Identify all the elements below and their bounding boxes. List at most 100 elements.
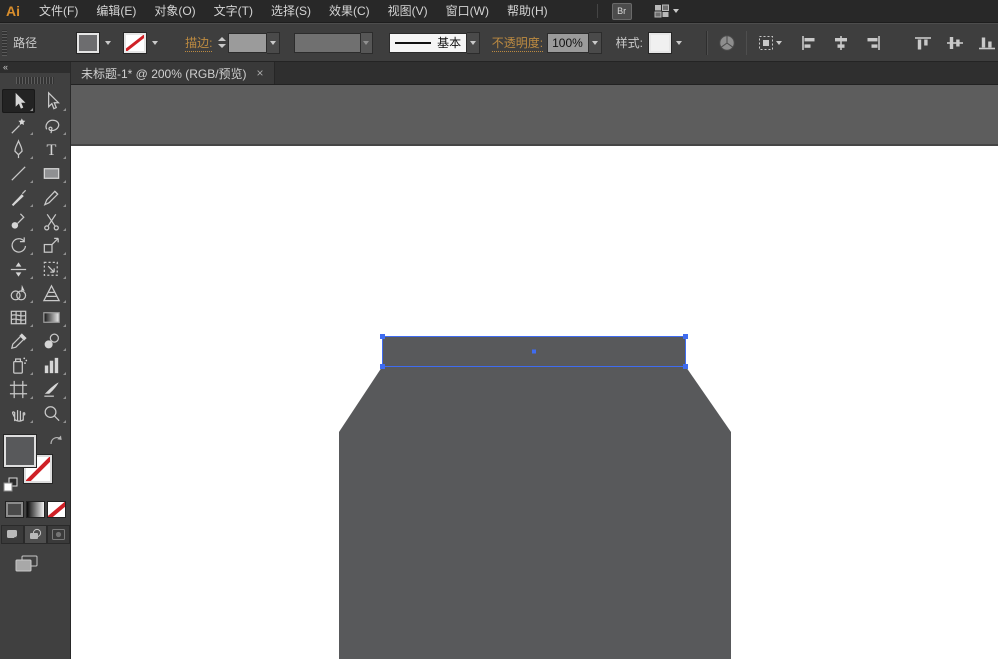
draw-behind-button[interactable]: [24, 525, 47, 544]
artboard-tool[interactable]: [2, 377, 35, 401]
menu-item[interactable]: 选择(S): [262, 4, 320, 18]
scissors-tool[interactable]: [35, 209, 68, 233]
selection-handle[interactable]: [683, 364, 688, 369]
free-transform-tool[interactable]: [35, 257, 68, 281]
fill-dropdown-button[interactable]: [101, 33, 114, 53]
document-tab[interactable]: 未标题-1* @ 200% (RGB/预览) ×: [71, 62, 275, 84]
selection-handle[interactable]: [683, 334, 688, 339]
pen-tool[interactable]: [2, 137, 35, 161]
align-vertical-top-button[interactable]: [912, 32, 934, 54]
align-horizontal-right-button[interactable]: [862, 32, 884, 54]
draw-inside-button[interactable]: [47, 525, 70, 544]
magic-wand-tool[interactable]: [2, 113, 35, 137]
selection-handle[interactable]: [380, 364, 385, 369]
paintbrush-tool[interactable]: [2, 185, 35, 209]
pencil-tool[interactable]: [35, 185, 68, 209]
controlbar-separator: [706, 31, 708, 55]
stroke-panel-link[interactable]: 描边:: [185, 34, 212, 52]
recolor-artwork-button[interactable]: [718, 32, 736, 54]
none-button[interactable]: [47, 501, 66, 518]
menu-item[interactable]: 帮助(H): [498, 4, 557, 18]
control-bar: 路径 描边: 基本 不透明度: 100% 样式:: [0, 23, 998, 62]
fill-swatch[interactable]: [77, 33, 99, 53]
brush-definition-dropdown-button[interactable]: [467, 32, 480, 54]
artwork-shape[interactable]: [339, 367, 731, 659]
menu-item[interactable]: 文字(T): [205, 4, 262, 18]
direct-selection-tool[interactable]: [35, 89, 68, 113]
width-tool[interactable]: [2, 257, 35, 281]
rectangle-tool[interactable]: [35, 161, 68, 185]
opacity-input[interactable]: 100%: [547, 33, 589, 53]
menu-item[interactable]: 窗口(W): [437, 4, 498, 18]
column-graph-tool[interactable]: [35, 353, 68, 377]
lasso-tool[interactable]: [35, 113, 68, 137]
canvas[interactable]: [71, 85, 998, 659]
selection-handle[interactable]: [380, 334, 385, 339]
menu-item[interactable]: 文件(F): [30, 4, 87, 18]
default-fill-stroke-icon[interactable]: [3, 477, 19, 493]
menu-item[interactable]: 效果(C): [320, 4, 379, 18]
selection-center-point[interactable]: [532, 350, 536, 354]
opacity-panel-link[interactable]: 不透明度:: [492, 34, 543, 52]
type-tool[interactable]: T: [35, 137, 68, 161]
symbol-sprayer-tool[interactable]: [2, 353, 35, 377]
align-vertical-center-button[interactable]: [944, 32, 966, 54]
variable-width-dropdown-button[interactable]: [361, 32, 374, 54]
opacity-dropdown-button[interactable]: [589, 32, 602, 54]
menu-item[interactable]: 视图(V): [379, 4, 437, 18]
artboard-tool-icon: [8, 379, 29, 400]
workspace-switcher-button[interactable]: [654, 4, 679, 18]
scale-tool[interactable]: [35, 233, 68, 257]
perspective-grid-tool[interactable]: [35, 281, 68, 305]
stroke-dropdown-button[interactable]: [148, 33, 161, 53]
chevron-down-icon: [105, 41, 111, 45]
align-horizontal-center-button[interactable]: [830, 32, 852, 54]
line-segment-tool[interactable]: [2, 161, 35, 185]
panel-grip[interactable]: [2, 30, 7, 56]
chevron-down-icon: [152, 41, 158, 45]
screen-mode-button[interactable]: [14, 554, 40, 577]
bridge-button[interactable]: Br: [612, 3, 632, 20]
hand-tool[interactable]: [2, 401, 35, 425]
fill-proxy-swatch[interactable]: [4, 435, 36, 467]
brush-definition-select[interactable]: 基本: [389, 33, 467, 53]
eyedropper-tool[interactable]: [2, 329, 35, 353]
stroke-weight-stepper[interactable]: [218, 36, 226, 50]
stroke-weight-input[interactable]: [228, 33, 267, 53]
stepper-up-icon[interactable]: [218, 37, 226, 41]
fill-color-control[interactable]: [77, 33, 114, 53]
align-horizontal-left-button[interactable]: [798, 32, 820, 54]
menu-item[interactable]: 对象(O): [145, 4, 204, 18]
align-buttons: [798, 32, 998, 54]
stepper-down-icon[interactable]: [218, 44, 226, 48]
style-dropdown-button[interactable]: [673, 33, 686, 53]
close-icon[interactable]: ×: [257, 67, 264, 79]
line-segment-tool-icon: [8, 163, 29, 184]
mesh-tool[interactable]: [2, 305, 35, 329]
style-swatch[interactable]: [649, 33, 671, 53]
shape-builder-tool[interactable]: [2, 281, 35, 305]
blend-tool[interactable]: [35, 329, 68, 353]
align-vertical-bottom-button[interactable]: [976, 32, 998, 54]
variable-width-profile-select[interactable]: [294, 33, 361, 53]
tools-panel-grip[interactable]: [16, 77, 54, 84]
blob-brush-tool[interactable]: [2, 209, 35, 233]
gradient-tool[interactable]: [35, 305, 68, 329]
menu-item[interactable]: 编辑(E): [87, 4, 145, 18]
stroke-weight-dropdown-button[interactable]: [267, 32, 280, 54]
zoom-tool[interactable]: [35, 401, 68, 425]
slice-tool[interactable]: [35, 377, 68, 401]
selection-tool[interactable]: [2, 89, 35, 113]
tools-grid: T: [2, 89, 68, 425]
screen-mode-icon: [14, 554, 40, 574]
gradient-button[interactable]: [26, 501, 45, 518]
style-control[interactable]: [649, 33, 686, 53]
collapse-panel-button[interactable]: «: [0, 62, 70, 73]
rotate-tool[interactable]: [2, 233, 35, 257]
stroke-none-swatch[interactable]: [124, 33, 146, 53]
draw-normal-button[interactable]: [1, 525, 24, 544]
color-button[interactable]: [5, 501, 24, 518]
transform-button[interactable]: [757, 32, 782, 54]
swap-fill-stroke-icon[interactable]: [48, 433, 64, 447]
stroke-color-control[interactable]: [124, 33, 161, 53]
